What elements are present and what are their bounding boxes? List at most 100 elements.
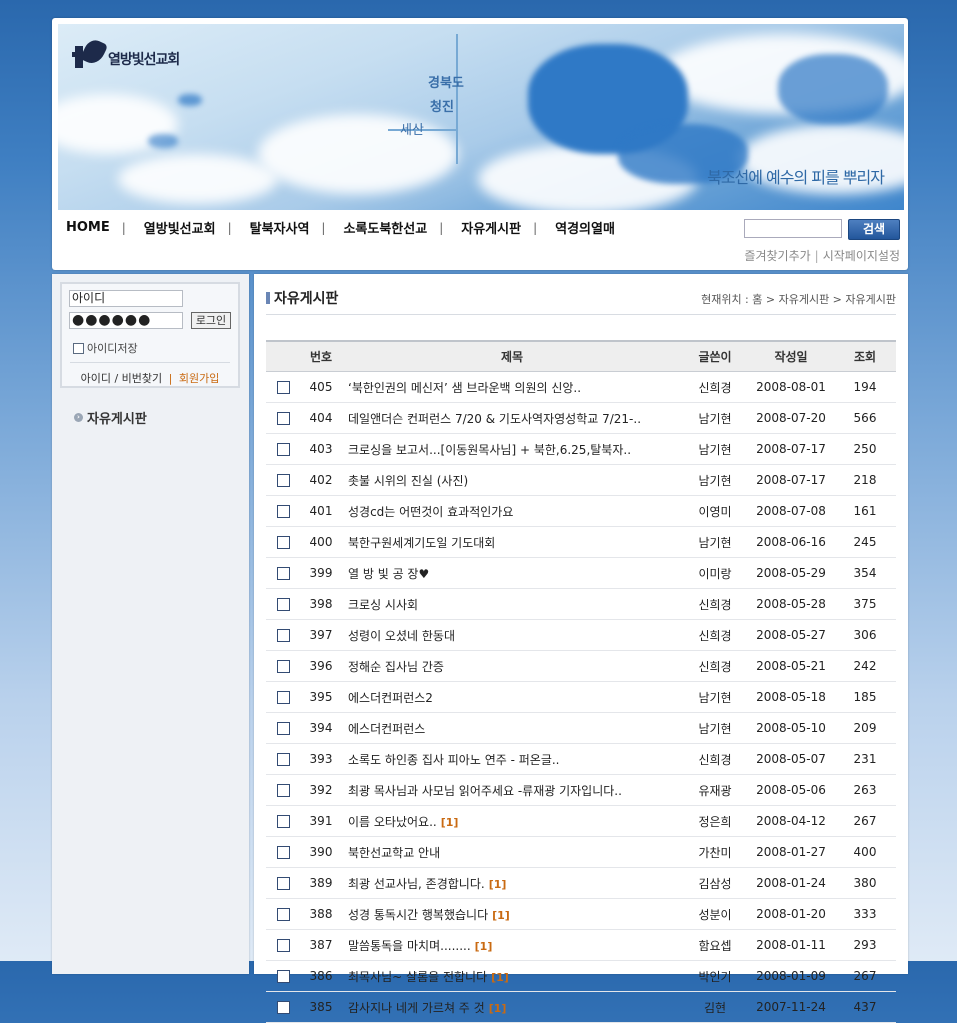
row-checkbox[interactable] <box>276 691 290 704</box>
post-subject[interactable]: 열 방 빛 공 장♥ <box>342 557 682 589</box>
post-subject[interactable]: ‘북한인권의 메신저’ 샘 브라운백 의원의 신앙.. <box>342 371 682 403</box>
table-row[interactable]: 387 말씀통독을 마치며........ [1] 함요셉 2008-01-11 293 <box>266 929 896 961</box>
post-subject[interactable]: 최광 목사님과 사모님 읽어주세요 -류재광 기자입니다.. <box>342 774 682 806</box>
left-menu-item-free-board[interactable]: › 자유게시판 <box>74 408 147 427</box>
post-subject[interactable]: 에스더컨퍼런스2 <box>342 681 682 713</box>
post-author[interactable]: 박인기 <box>682 960 748 992</box>
find-account-link[interactable]: 아이디 / 비번찾기 <box>81 372 163 385</box>
post-subject-text[interactable]: 에스더컨퍼런스2 <box>348 691 433 705</box>
table-row[interactable]: 400 북한구원세계기도일 기도대회 남기현 2008-06-16 245 <box>266 526 896 558</box>
post-author[interactable]: 신희경 <box>682 619 748 651</box>
table-row[interactable]: 385 감사지나 네게 가르쳐 주 것 [1] 김현 2007-11-24 437 <box>266 991 896 1023</box>
post-subject[interactable]: 크로싱을 보고서...[이동원목사님] + 북한,6.25,탈북자.. <box>342 433 682 465</box>
post-subject-text[interactable]: 성경 통독시간 행복했습니다 <box>348 908 488 922</box>
post-author[interactable]: 남기현 <box>682 402 748 434</box>
id-input[interactable]: 아이디 <box>69 290 183 307</box>
post-subject-text[interactable]: 크로싱 시사회 <box>348 598 418 612</box>
row-checkbox[interactable] <box>276 505 290 518</box>
table-row[interactable]: 401 성경cd는 어떤것이 효과적인가요 이영미 2008-07-08 161 <box>266 495 896 527</box>
nav-home[interactable]: HOME <box>66 220 110 235</box>
post-subject-text[interactable]: 최광 선교사님, 존경합니다. <box>348 877 485 891</box>
post-subject-text[interactable]: 최목사님~ 샬롬을 전합니다 <box>348 970 487 984</box>
row-checkbox[interactable] <box>276 846 290 859</box>
table-row[interactable]: 395 에스더컨퍼런스2 남기현 2008-05-18 185 <box>266 681 896 713</box>
table-row[interactable]: 390 북한선교학교 안내 가찬미 2008-01-27 400 <box>266 836 896 868</box>
password-input[interactable]: ●●●●●● <box>69 312 183 329</box>
table-row[interactable]: 391 이름 오타났어요.. [1] 정은희 2008-04-12 267 <box>266 805 896 837</box>
nav-about[interactable]: 열방빛선교회 <box>144 218 216 237</box>
post-author[interactable]: 남기현 <box>682 464 748 496</box>
post-subject-text[interactable]: 크로싱을 보고서...[이동원목사님] + 북한,6.25,탈북자.. <box>348 443 631 457</box>
post-subject-text[interactable]: 촛불 시위의 진실 (사진) <box>348 474 468 488</box>
post-author[interactable]: 신희경 <box>682 588 748 620</box>
table-row[interactable]: 393 소록도 하인종 집사 피아노 연주 - 퍼온글.. 신희경 2008-05-0… <box>266 743 896 775</box>
post-subject[interactable]: 성령이 오셨네 한동대 <box>342 619 682 651</box>
row-checkbox[interactable] <box>276 753 290 766</box>
site-logo[interactable]: 열방빛선교회 <box>72 36 180 70</box>
table-row[interactable]: 399 열 방 빛 공 장♥ 이미랑 2008-05-29 354 <box>266 557 896 589</box>
row-checkbox[interactable] <box>276 784 290 797</box>
nav-sorokdo-mission[interactable]: 소록도북한선교 <box>343 218 427 237</box>
table-row[interactable]: 398 크로싱 시사회 신희경 2008-05-28 375 <box>266 588 896 620</box>
post-subject[interactable]: 촛불 시위의 진실 (사진) <box>342 464 682 496</box>
post-subject-text[interactable]: 정해순 집사님 간증 <box>348 660 444 674</box>
post-subject-text[interactable]: 열 방 빛 공 장♥ <box>348 567 429 581</box>
table-row[interactable]: 402 촛불 시위의 진실 (사진) 남기현 2008-07-17 218 <box>266 464 896 496</box>
post-author[interactable]: 이영미 <box>682 495 748 527</box>
post-subject[interactable]: 이름 오타났어요.. [1] <box>342 805 682 837</box>
post-subject[interactable]: 성경 통독시간 행복했습니다 [1] <box>342 898 682 930</box>
add-bookmark-link[interactable]: 즐겨찾기추가 <box>744 249 810 263</box>
post-author[interactable]: 가찬미 <box>682 836 748 868</box>
post-subject[interactable]: 데일앤더슨 컨퍼런스 7/20 & 기도사역자영성학교 7/21-.. <box>342 402 682 434</box>
row-checkbox[interactable] <box>276 567 290 580</box>
post-subject[interactable]: 정해순 집사님 간증 <box>342 650 682 682</box>
row-checkbox[interactable] <box>276 1001 290 1014</box>
post-subject-text[interactable]: 북한구원세계기도일 기도대회 <box>348 536 495 550</box>
row-checkbox[interactable] <box>276 629 290 642</box>
post-author[interactable]: 신희경 <box>682 650 748 682</box>
table-row[interactable]: 388 성경 통독시간 행복했습니다 [1] 성분이 2008-01-20 333 <box>266 898 896 930</box>
post-subject-text[interactable]: 이름 오타났어요.. <box>348 815 437 829</box>
post-subject[interactable]: 소록도 하인종 집사 피아노 연주 - 퍼온글.. <box>342 743 682 775</box>
row-checkbox[interactable] <box>276 598 290 611</box>
row-checkbox[interactable] <box>276 443 290 456</box>
post-subject-text[interactable]: 최광 목사님과 사모님 읽어주세요 -류재광 기자입니다.. <box>348 784 622 798</box>
row-checkbox[interactable] <box>276 970 290 983</box>
post-author[interactable]: 정은희 <box>682 805 748 837</box>
row-checkbox[interactable] <box>276 877 290 890</box>
post-subject-text[interactable]: 북한선교학교 안내 <box>348 846 440 860</box>
nav-fruit-of-adversity[interactable]: 역경의열매 <box>555 218 615 237</box>
post-subject[interactable]: 최광 선교사님, 존경합니다. [1] <box>342 867 682 899</box>
post-author[interactable]: 성분이 <box>682 898 748 930</box>
table-row[interactable]: 396 정해순 집사님 간증 신희경 2008-05-21 242 <box>266 650 896 682</box>
post-subject-text[interactable]: 성경cd는 어떤것이 효과적인가요 <box>348 505 513 519</box>
post-author[interactable]: 신희경 <box>682 371 748 403</box>
row-checkbox[interactable] <box>276 536 290 549</box>
table-row[interactable]: 404 데일앤더슨 컨퍼런스 7/20 & 기도사역자영성학교 7/21-.. 남기… <box>266 402 896 434</box>
post-author[interactable]: 김삼성 <box>682 867 748 899</box>
table-row[interactable]: 392 최광 목사님과 사모님 읽어주세요 -류재광 기자입니다.. 유재광 2008… <box>266 774 896 806</box>
post-subject-text[interactable]: ‘북한인권의 메신저’ 샘 브라운백 의원의 신앙.. <box>348 381 581 395</box>
table-row[interactable]: 394 에스더컨퍼런스 남기현 2008-05-10 209 <box>266 712 896 744</box>
table-row[interactable]: 403 크로싱을 보고서...[이동원목사님] + 북한,6.25,탈북자.. 남기… <box>266 433 896 465</box>
row-checkbox[interactable] <box>276 474 290 487</box>
post-subject[interactable]: 말씀통독을 마치며........ [1] <box>342 929 682 961</box>
login-button[interactable]: 로그인 <box>191 312 231 329</box>
post-subject[interactable]: 최목사님~ 샬롬을 전합니다 [1] <box>342 960 682 992</box>
row-checkbox[interactable] <box>276 908 290 921</box>
search-input[interactable] <box>744 219 842 238</box>
table-row[interactable]: 389 최광 선교사님, 존경합니다. [1] 김삼성 2008-01-24 380 <box>266 867 896 899</box>
post-author[interactable]: 남기현 <box>682 433 748 465</box>
table-row[interactable]: 397 성령이 오셨네 한동대 신희경 2008-05-27 306 <box>266 619 896 651</box>
post-author[interactable]: 함요셉 <box>682 929 748 961</box>
save-id[interactable]: 아이디저장 <box>73 340 138 356</box>
row-checkbox[interactable] <box>276 722 290 735</box>
post-subject[interactable]: 북한선교학교 안내 <box>342 836 682 868</box>
post-author[interactable]: 남기현 <box>682 681 748 713</box>
save-id-checkbox[interactable] <box>73 342 84 354</box>
post-subject[interactable]: 감사지나 네게 가르쳐 주 것 [1] <box>342 991 682 1023</box>
post-author[interactable]: 유재광 <box>682 774 748 806</box>
post-subject[interactable]: 에스더컨퍼런스 <box>342 712 682 744</box>
table-row[interactable]: 405 ‘북한인권의 메신저’ 샘 브라운백 의원의 신앙.. 신희경 2008-08… <box>266 371 896 403</box>
nav-defector-ministry[interactable]: 탈북자사역 <box>250 218 310 237</box>
